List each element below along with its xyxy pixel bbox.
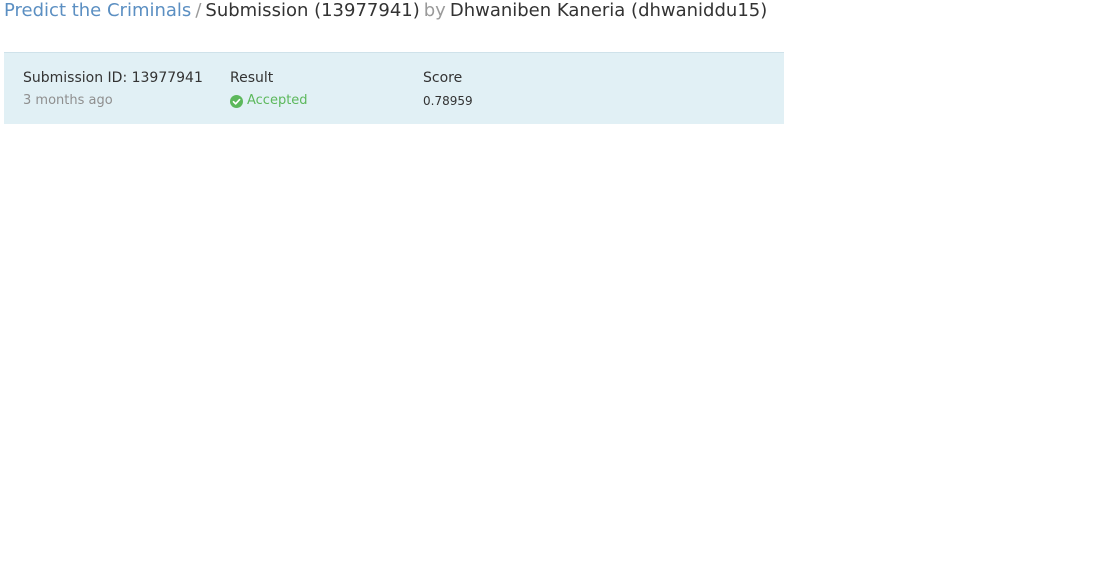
result-header: Result xyxy=(230,70,274,86)
submission-page: Predict the Criminals / Submission (139779… xyxy=(0,0,1118,570)
submission-id-column: Submission ID: 13977941 3 months ago xyxy=(23,69,203,109)
score-value: 0.78959 xyxy=(423,94,473,108)
result-status: Accepted xyxy=(230,93,308,109)
score-column: Score 0.78959 xyxy=(423,69,473,109)
by-label: by xyxy=(423,0,446,21)
submission-panel: Submission ID: 13977941 3 months ago Res… xyxy=(4,52,784,124)
submission-id: Submission ID: 13977941 xyxy=(23,70,203,86)
submission-title: Submission (13977941) xyxy=(205,0,420,21)
result-value: Accepted xyxy=(247,93,308,108)
problem-link[interactable]: Predict the Criminals xyxy=(4,0,191,21)
score-header: Score xyxy=(423,70,463,86)
author-name: Dhwaniben Kaneria (dhwaniddu15) xyxy=(449,0,768,21)
result-column: Result Accepted xyxy=(230,69,308,112)
submission-time: 3 months ago xyxy=(23,93,113,108)
check-circle-icon xyxy=(230,94,243,108)
breadcrumb-separator: / xyxy=(195,0,202,21)
breadcrumb: Predict the Criminals / Submission (139779… xyxy=(4,0,767,22)
